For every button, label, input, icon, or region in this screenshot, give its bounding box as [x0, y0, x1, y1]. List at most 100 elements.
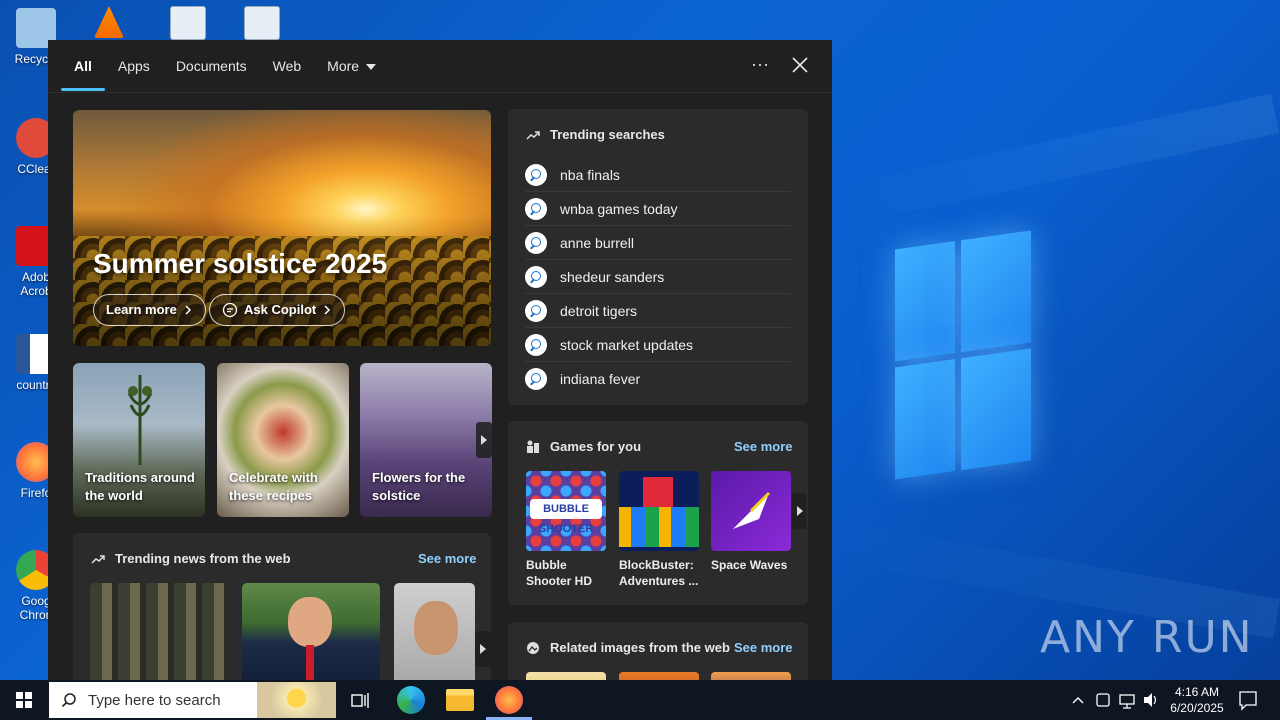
copilot-chat-icon — [222, 302, 238, 318]
games-header: Games for you — [526, 439, 641, 454]
desktop-icon-label: Adob Acrob — [20, 270, 52, 298]
card-caption: Flowers for the solstice — [372, 470, 466, 503]
trending-search-label: shedeur sanders — [560, 268, 665, 285]
trending-search-item[interactable]: indiana fever — [525, 362, 791, 396]
trending-news-header: Trending news from the web — [91, 551, 291, 566]
notifications-icon[interactable] — [1238, 680, 1258, 720]
trending-search-item[interactable]: shedeur sanders — [525, 260, 791, 294]
tab-more[interactable]: More — [314, 40, 389, 93]
edge-icon[interactable] — [397, 686, 425, 714]
game-pieces-icon — [527, 440, 539, 453]
trending-search-label: stock market updates — [560, 336, 694, 353]
ask-copilot-label: Ask Copilot — [244, 302, 317, 317]
trending-search-item[interactable]: nba finals — [525, 158, 791, 192]
search-tabs: All Apps Documents Web More ··· — [48, 40, 832, 93]
card-caption: Traditions around the world — [85, 470, 195, 503]
related-images-title: Related images from the web — [550, 640, 730, 655]
chevron-down-icon — [366, 63, 377, 70]
news-thumbnail[interactable] — [90, 583, 228, 680]
learn-more-button[interactable]: Learn more — [93, 294, 206, 326]
image-icon — [527, 641, 539, 654]
tab-apps[interactable]: Apps — [105, 40, 163, 93]
games-section: Games for you See more BUBBLE SHOOTER Bu… — [508, 421, 808, 605]
search-placeholder: Type here to search — [88, 692, 221, 709]
game-name: Space Waves — [711, 558, 788, 572]
related-images-section: Related images from the web See more — [508, 622, 808, 680]
firefox-icon[interactable] — [495, 686, 523, 714]
trending-search-item[interactable]: wnba games today — [525, 192, 791, 226]
network-icon[interactable] — [1118, 680, 1136, 720]
topic-card-recipes[interactable]: Celebrate with these recipes — [217, 363, 349, 517]
tab-all[interactable]: All — [61, 40, 105, 93]
bubble-shooter-thumbnail: BUBBLE SHOOTER — [526, 471, 606, 551]
search-icon — [525, 231, 547, 254]
game-tile-blockbuster[interactable]: BlockBuster: Adventures ... — [619, 471, 699, 589]
related-image-thumbnail[interactable] — [619, 672, 699, 680]
search-icon — [525, 333, 547, 356]
games-next-button[interactable] — [792, 493, 806, 529]
chevron-up-icon[interactable] — [1070, 680, 1086, 720]
taskbar-search-input[interactable]: Type here to search — [49, 682, 336, 718]
meet-now-icon[interactable] — [1094, 680, 1112, 720]
trending-search-label: nba finals — [560, 166, 620, 183]
space-waves-thumbnail — [711, 471, 791, 551]
games-title: Games for you — [550, 439, 642, 454]
clock-date: 6/20/2025 — [1170, 701, 1224, 715]
news-thumbnail[interactable] — [242, 583, 380, 680]
chevron-right-icon — [324, 305, 331, 315]
clock[interactable]: 4:16 AM 6/20/2025 — [1164, 680, 1230, 720]
topic-card-flowers[interactable]: Flowers for the solstice — [360, 363, 492, 517]
search-panel: All Apps Documents Web More ··· Summer s… — [48, 40, 832, 680]
topic-card-traditions[interactable]: Traditions around the world — [73, 363, 205, 517]
games-see-more-link[interactable]: See more — [734, 439, 793, 454]
blockbuster-thumbnail — [619, 471, 699, 551]
trending-search-item[interactable]: stock market updates — [525, 328, 791, 362]
news-next-button[interactable] — [475, 631, 491, 667]
game-name: BlockBuster: Adventures ... — [619, 558, 699, 588]
trending-search-label: anne burrell — [560, 234, 634, 251]
file-icon[interactable] — [244, 6, 280, 40]
related-image-thumbnail[interactable] — [526, 672, 606, 680]
news-person-image — [414, 601, 458, 655]
task-view-icon[interactable] — [346, 686, 374, 714]
related-images-see-more-link[interactable]: See more — [734, 640, 793, 655]
news-person-image — [288, 597, 332, 647]
trending-up-icon — [526, 130, 540, 140]
file-icon[interactable] — [170, 6, 206, 40]
game-tile-space-waves[interactable]: Space Waves — [711, 471, 791, 573]
tab-more-label: More — [327, 57, 360, 74]
card-caption: Celebrate with these recipes — [229, 470, 318, 503]
trending-searches-header: Trending searches — [526, 127, 665, 142]
trending-searches-section: Trending searches nba finals wnba games … — [508, 109, 808, 405]
ask-copilot-button[interactable]: Ask Copilot — [209, 294, 346, 326]
related-images-header: Related images from the web — [526, 640, 730, 655]
trending-search-label: indiana fever — [560, 371, 641, 387]
tab-web[interactable]: Web — [260, 40, 315, 93]
trending-news-see-more-link[interactable]: See more — [418, 551, 477, 566]
windows-start-icon[interactable] — [0, 680, 48, 720]
trending-search-label: wnba games today — [560, 200, 678, 217]
clock-time: 4:16 AM — [1174, 685, 1220, 699]
search-highlight-image — [257, 682, 336, 718]
search-icon — [525, 163, 547, 186]
tab-documents[interactable]: Documents — [163, 40, 260, 93]
anyrun-watermark: ANY RUN — [1040, 612, 1254, 663]
ellipsis-icon[interactable]: ··· — [748, 54, 772, 78]
hero-banner[interactable]: Summer solstice 2025 Learn more Ask Copi… — [73, 110, 491, 346]
news-thumbnail[interactable] — [394, 583, 475, 680]
close-icon[interactable] — [788, 53, 812, 77]
related-image-thumbnail[interactable] — [711, 672, 791, 680]
trending-search-item[interactable]: detroit tigers — [525, 294, 791, 328]
vlc-icon[interactable] — [94, 6, 124, 38]
file-explorer-icon[interactable] — [446, 689, 474, 711]
volume-icon[interactable] — [1142, 680, 1160, 720]
cards-next-button[interactable] — [476, 422, 492, 458]
taskbar: Type here to search 4:16 AM 6/20/2025 — [0, 680, 1280, 720]
chevron-right-icon — [185, 305, 191, 315]
search-icon — [61, 693, 76, 708]
trending-search-label: detroit tigers — [560, 302, 638, 319]
search-icon — [525, 265, 547, 288]
game-tile-bubble-shooter[interactable]: BUBBLE SHOOTER Bubble Shooter HD — [526, 471, 606, 589]
hero-title: Summer solstice 2025 — [93, 248, 388, 279]
trending-search-item[interactable]: anne burrell — [525, 226, 791, 260]
